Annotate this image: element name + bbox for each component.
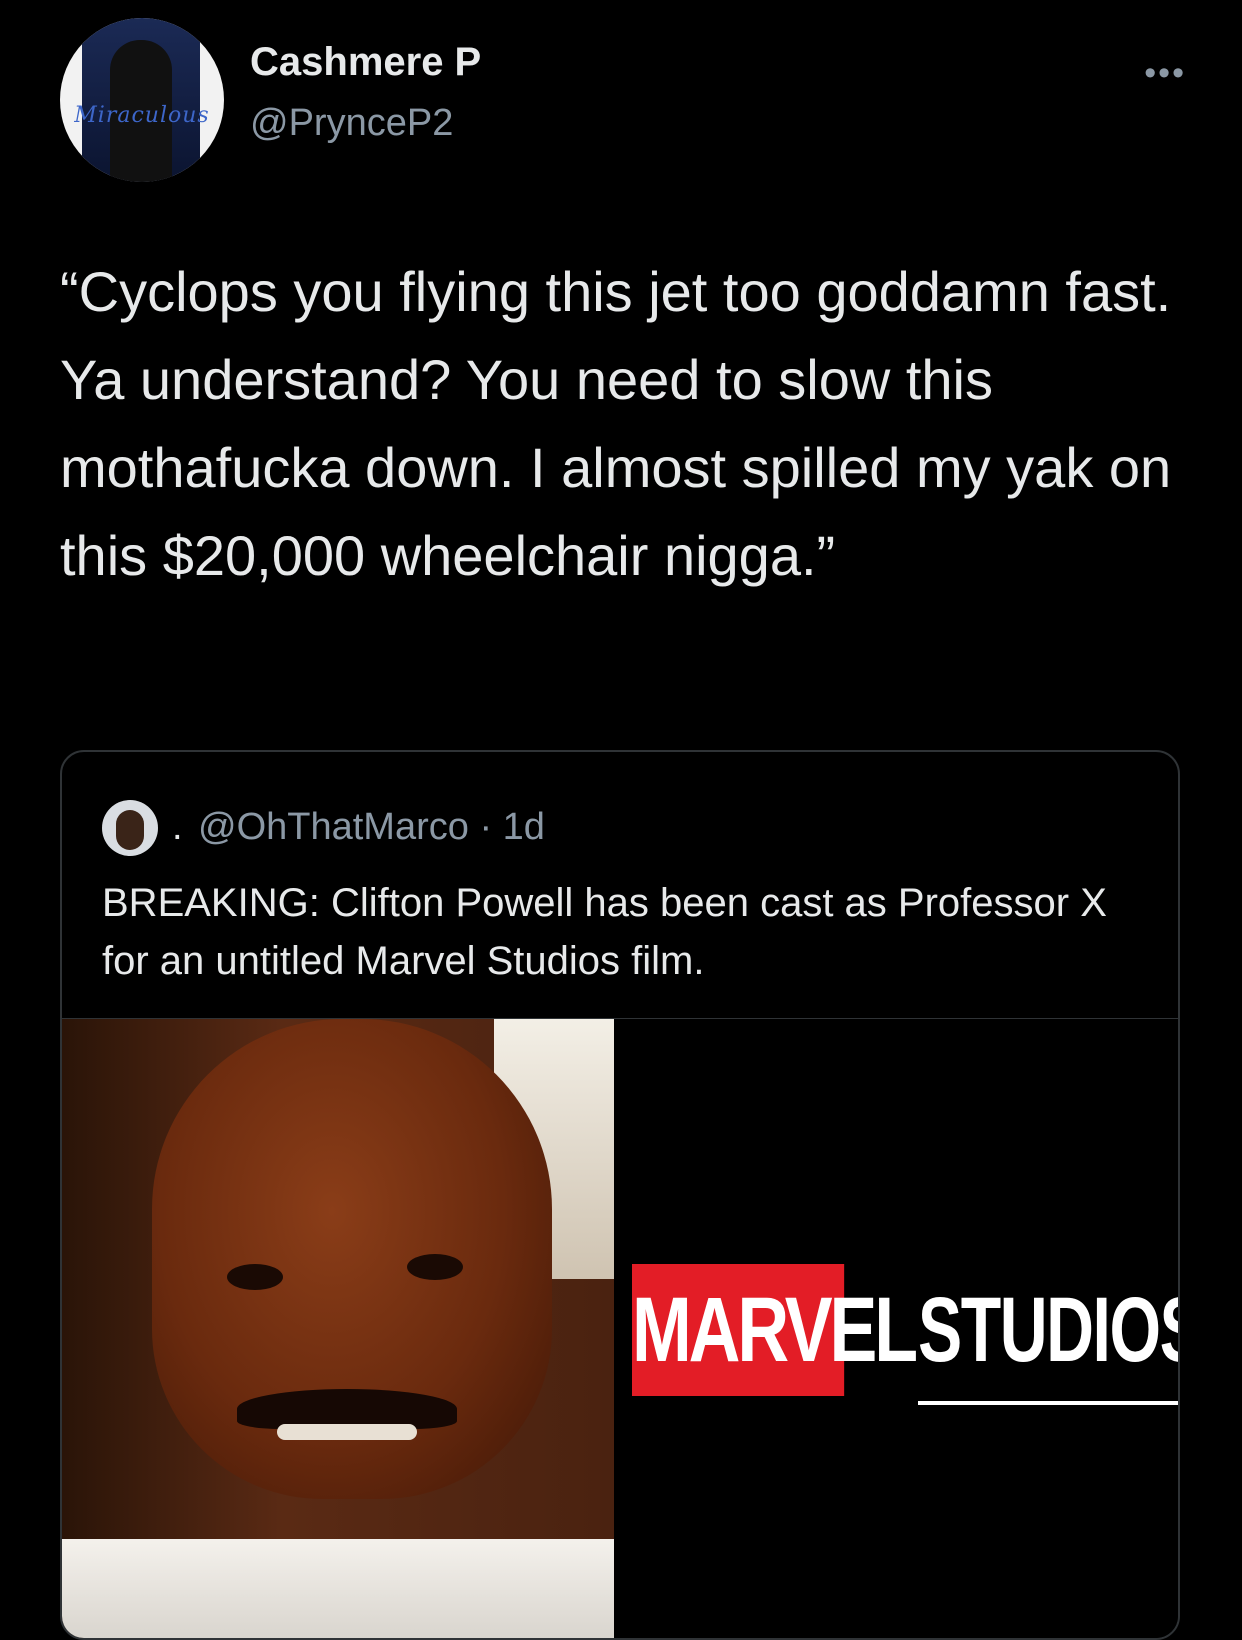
- photo-smile: [277, 1424, 417, 1440]
- photo-left-eye: [227, 1264, 283, 1290]
- quoted-tweet-card[interactable]: . @OhThatMarco · 1d BREAKING: Clifton Po…: [60, 750, 1180, 1640]
- avatar-banner-text: Miraculous: [74, 103, 210, 128]
- quoted-media-photo[interactable]: [62, 1019, 614, 1638]
- quoted-handle-time[interactable]: @OhThatMarco · 1d: [198, 806, 545, 849]
- photo-right-eye: [407, 1254, 463, 1280]
- quoted-avatar-face: [116, 810, 144, 850]
- logo-underline: [918, 1401, 1178, 1405]
- marvel-logo-studios: STUDIOS: [918, 1279, 1180, 1381]
- author-handle[interactable]: @PrynceP2: [250, 102, 453, 145]
- tweet-text: “Cyclops you flying this jet too goddamn…: [60, 260, 1172, 587]
- quoted-media-logo[interactable]: MARVEL STUDIOS: [618, 1019, 1180, 1638]
- quoted-tweet-header: . @OhThatMarco · 1d: [102, 800, 1142, 856]
- photo-shirt: [62, 1539, 614, 1638]
- quoted-separator: .: [172, 806, 183, 848]
- author-display-name[interactable]: Cashmere P: [250, 40, 481, 85]
- tweet-header: Miraculous Cashmere P @PrynceP2 •••: [60, 18, 1190, 182]
- quoted-tweet-text: BREAKING: Clifton Powell has been cast a…: [102, 881, 1107, 983]
- more-options-icon[interactable]: •••: [1144, 54, 1186, 93]
- marvel-logo-red: MARVEL: [632, 1264, 918, 1396]
- author-avatar[interactable]: Miraculous: [60, 18, 224, 182]
- photo-mustache: [237, 1389, 457, 1429]
- quoted-author-avatar[interactable]: [102, 800, 158, 856]
